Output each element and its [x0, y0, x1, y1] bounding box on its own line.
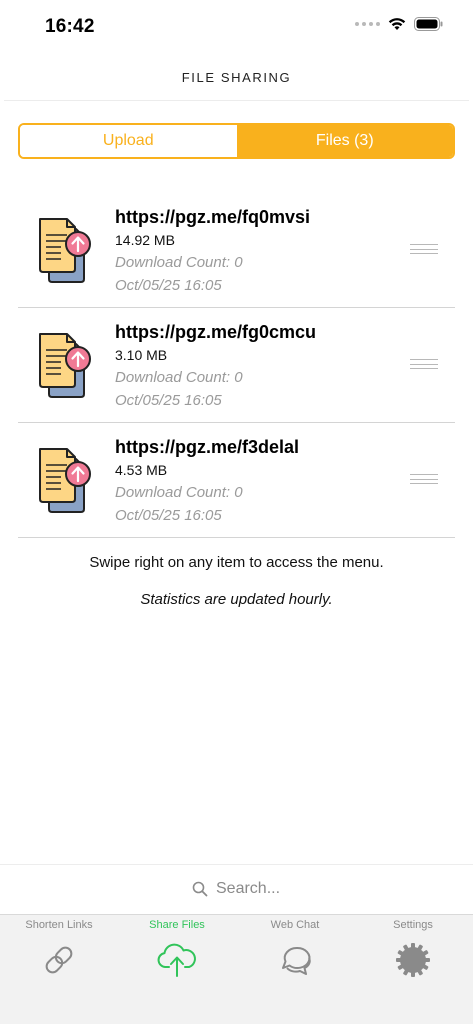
tab-web-chat[interactable]: Web Chat [236, 919, 354, 979]
battery-icon [414, 17, 443, 31]
status-time: 16:42 [45, 16, 95, 37]
wifi-icon [388, 18, 406, 30]
file-url[interactable]: https://pgz.me/f3delal [115, 435, 299, 459]
drag-handle-icon[interactable] [410, 474, 438, 484]
file-size: 4.53 MB [115, 462, 168, 478]
file-details: https://pgz.me/fq0mvsi 14.92 MB Download… [115, 205, 310, 297]
tab-shorten-links[interactable]: Shorten Links [0, 919, 118, 979]
status-icons [355, 17, 443, 31]
tab-label: Shorten Links [25, 919, 93, 931]
search-placeholder: Search... [216, 880, 281, 897]
file-row[interactable]: https://pgz.me/fq0mvsi 14.92 MB Download… [18, 193, 455, 308]
file-details: https://pgz.me/f3delal 4.53 MB Download … [115, 435, 299, 527]
file-list: https://pgz.me/fq0mvsi 14.92 MB Download… [18, 193, 455, 538]
upload-date: Oct/05/25 16:05 [115, 277, 222, 294]
chat-bubbles-icon [282, 946, 311, 975]
download-count: Download Count: 0 [115, 369, 243, 386]
segmented-control: Upload Files (3) [18, 123, 455, 159]
swipe-hint: Swipe right on any item to access the me… [89, 554, 384, 571]
tab-share-files[interactable]: Share Files [118, 919, 236, 979]
upload-date: Oct/05/25 16:05 [115, 392, 222, 409]
link-icon [45, 946, 73, 974]
tab-label: Settings [393, 919, 433, 931]
stats-note: Statistics are updated hourly. [140, 591, 333, 608]
tab-label: Share Files [149, 919, 205, 931]
file-url[interactable]: https://pgz.me/fg0cmcu [115, 320, 316, 344]
search-bar[interactable]: Search... [0, 864, 473, 914]
download-count: Download Count: 0 [115, 254, 243, 271]
page-title: FILE SHARING [181, 70, 292, 85]
tab-files[interactable]: Files (3) [236, 125, 453, 157]
tab-upload[interactable]: Upload [20, 125, 237, 157]
cloud-upload-icon [157, 943, 196, 977]
tab-bar: Shorten Links Share Files Web Chat Setti… [0, 914, 473, 1024]
file-upload-icon [39, 448, 91, 513]
nav-divider [4, 100, 469, 101]
upload-date: Oct/05/25 16:05 [115, 507, 222, 524]
cellular-signal-icon [355, 22, 380, 26]
file-row[interactable]: https://pgz.me/fg0cmcu 3.10 MB Download … [18, 308, 455, 423]
file-url[interactable]: https://pgz.me/fq0mvsi [115, 205, 310, 229]
drag-handle-icon[interactable] [410, 244, 438, 254]
tab-settings[interactable]: Settings [354, 919, 472, 979]
tab-label: Web Chat [270, 919, 320, 931]
drag-handle-icon[interactable] [410, 359, 438, 369]
file-upload-icon [39, 218, 91, 283]
file-size: 14.92 MB [115, 232, 175, 248]
file-upload-icon [39, 333, 91, 398]
file-row[interactable]: https://pgz.me/f3delal 4.53 MB Download … [18, 423, 455, 538]
search-field[interactable]: Search... [192, 880, 280, 898]
search-icon [192, 881, 208, 897]
status-bar: 16:42 [0, 0, 473, 54]
file-size: 3.10 MB [115, 347, 168, 363]
download-count: Download Count: 0 [115, 484, 243, 501]
file-details: https://pgz.me/fg0cmcu 3.10 MB Download … [115, 320, 316, 412]
gear-icon [396, 943, 430, 977]
